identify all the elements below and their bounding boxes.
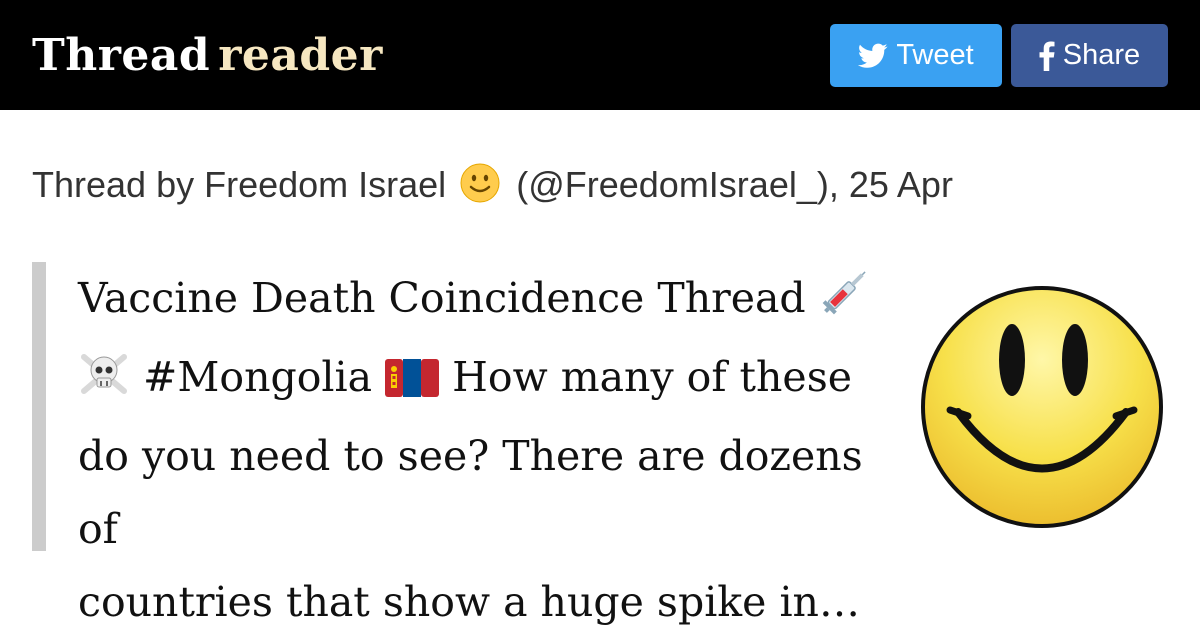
threadreader-logo[interactable]: Thread reader [32,26,383,86]
mongolia-flag-icon [385,347,440,420]
syringe-icon [819,264,873,341]
byline-handle-date[interactable]: (@FreedomIsrael_), 25 Apr [516,164,953,205]
author-avatar[interactable] [920,285,1164,529]
twitter-bird-icon [858,43,888,68]
tweet-line-4: countries that show a huge spike in… [78,578,860,626]
logo-word-thread: Thread [32,30,211,81]
thread-byline: Thread by Freedom Israel (@FreedomIsrael… [32,160,953,216]
slightly-smiling-face-icon [460,163,500,216]
logo-word-reader: reader [218,30,383,81]
tweet-line-1: Vaccine Death Coincidence Thread [78,262,908,341]
tweet-line-2-text: How many of these [452,353,853,401]
byline-author: Thread by Freedom Israel [32,164,447,205]
tweet-button[interactable]: Tweet [830,24,1002,87]
share-button-label: Share [1062,39,1141,71]
tweet-line-2: #Mongolia How many of these [78,341,908,420]
skull-and-crossbones-icon [78,347,130,420]
tweet-text[interactable]: Vaccine Death Coincidence Thread #Mongol… [78,262,908,639]
tweet-line-1-text: Vaccine Death Coincidence Thread [78,274,806,322]
share-button[interactable]: Share [1011,24,1168,87]
hashtag-mongolia[interactable]: #Mongolia [143,353,372,401]
top-bar: Thread reader Tweet Share [0,0,1200,110]
facebook-f-icon [1039,40,1055,71]
smiley-face-icon [921,286,1163,528]
tweet-line-3: do you need to see? There are dozens of [78,432,863,553]
tweet-button-label: Tweet [896,39,974,71]
quote-bar [32,262,46,551]
